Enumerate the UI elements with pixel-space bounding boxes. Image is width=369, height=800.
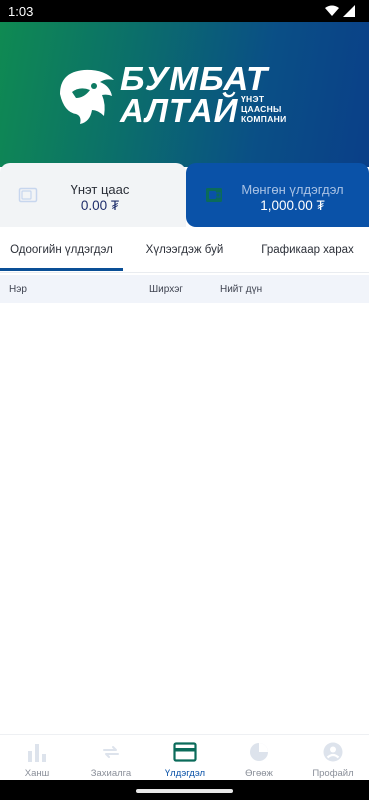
column-header-quantity: Ширхэг bbox=[149, 284, 183, 295]
brand-name-line1: БУМБАТ bbox=[120, 60, 269, 97]
card-icon bbox=[173, 742, 197, 762]
status-time: 1:03 bbox=[8, 3, 34, 19]
tab-chart-view[interactable]: Графикаар харах bbox=[246, 227, 369, 273]
bull-logo-icon bbox=[60, 69, 114, 124]
swap-icon bbox=[103, 746, 119, 758]
nav-label-rates: Ханш bbox=[24, 768, 50, 779]
column-header-name: Нэр bbox=[9, 284, 27, 295]
brand-banner: БУМБАТ АЛТАЙ ҮНЭТ ЦААСНЫ КОМПАНИ bbox=[0, 22, 369, 167]
cash-title: Мөнгөн үлдэгдэл bbox=[241, 182, 344, 197]
wifi-icon bbox=[325, 5, 339, 16]
active-tab-indicator bbox=[0, 268, 123, 271]
brand-name-line2: АЛТАЙ bbox=[120, 92, 239, 129]
nav-item-balance[interactable]: Үлдэгдэл bbox=[148, 735, 222, 781]
status-bar: 1:03 bbox=[0, 0, 369, 22]
nav-item-returns[interactable]: Өгөөж bbox=[222, 735, 296, 781]
pie-chart-icon bbox=[250, 743, 268, 761]
home-gesture-handle[interactable] bbox=[136, 789, 233, 793]
nav-label-returns: Өгөөж bbox=[245, 768, 273, 779]
securities-balance-card[interactable]: Үнэт цаас 0.00 ₮ bbox=[0, 163, 186, 227]
signal-icon bbox=[343, 5, 355, 17]
brand-tagline: ҮНЭТ ЦААСНЫ КОМПАНИ bbox=[241, 94, 286, 124]
nav-item-orders[interactable]: Захиалга bbox=[74, 735, 148, 781]
tagline-line3: КОМПАНИ bbox=[241, 114, 287, 124]
column-header-total: Нийт дүн bbox=[220, 284, 263, 295]
bar-chart-icon bbox=[28, 744, 46, 762]
nav-item-rates[interactable]: Ханш bbox=[0, 735, 74, 781]
tagline-line1: ҮНЭТ bbox=[241, 94, 265, 104]
balance-cards: Үнэт цаас 0.00 ₮ Мөнгөн үлдэгдэл 1,000.0… bbox=[0, 163, 369, 227]
company-logo: БУМБАТ АЛТАЙ ҮНЭТ ЦААСНЫ КОМПАНИ bbox=[54, 60, 294, 130]
nav-label-balance: Үлдэгдэл bbox=[164, 768, 206, 779]
cash-balance-card[interactable]: Мөнгөн үлдэгдэл 1,000.00 ₮ bbox=[186, 163, 369, 227]
nav-label-orders: Захиалга bbox=[90, 768, 132, 779]
nav-label-profile: Профайл bbox=[312, 768, 354, 779]
bottom-nav: Ханш Захиалга Үлдэгдэл Өгөөж Профайл bbox=[0, 734, 369, 780]
holdings-table-header: Нэр Ширхэг Нийт дүн bbox=[0, 275, 369, 303]
cash-value: 1,000.00 ₮ bbox=[260, 198, 325, 213]
tagline-line2: ЦААСНЫ bbox=[241, 104, 282, 114]
securities-title: Үнэт цаас bbox=[70, 182, 130, 197]
user-icon bbox=[323, 742, 343, 762]
tab-pending[interactable]: Хүлээгдэж буй bbox=[123, 227, 246, 273]
tab-current-balance[interactable]: Одоогийн үлдэгдэл bbox=[0, 227, 123, 273]
balance-tabs: Одоогийн үлдэгдэл Хүлээгдэж буй Графикаа… bbox=[0, 227, 369, 273]
status-icons bbox=[325, 5, 355, 17]
nav-item-profile[interactable]: Профайл bbox=[296, 735, 369, 781]
securities-value: 0.00 ₮ bbox=[80, 198, 120, 213]
balance-screen: 1:03 БУМБАТ АЛТАЙ ҮНЭТ ЦААСНЫ КОМПАНИ Үн… bbox=[0, 0, 369, 800]
